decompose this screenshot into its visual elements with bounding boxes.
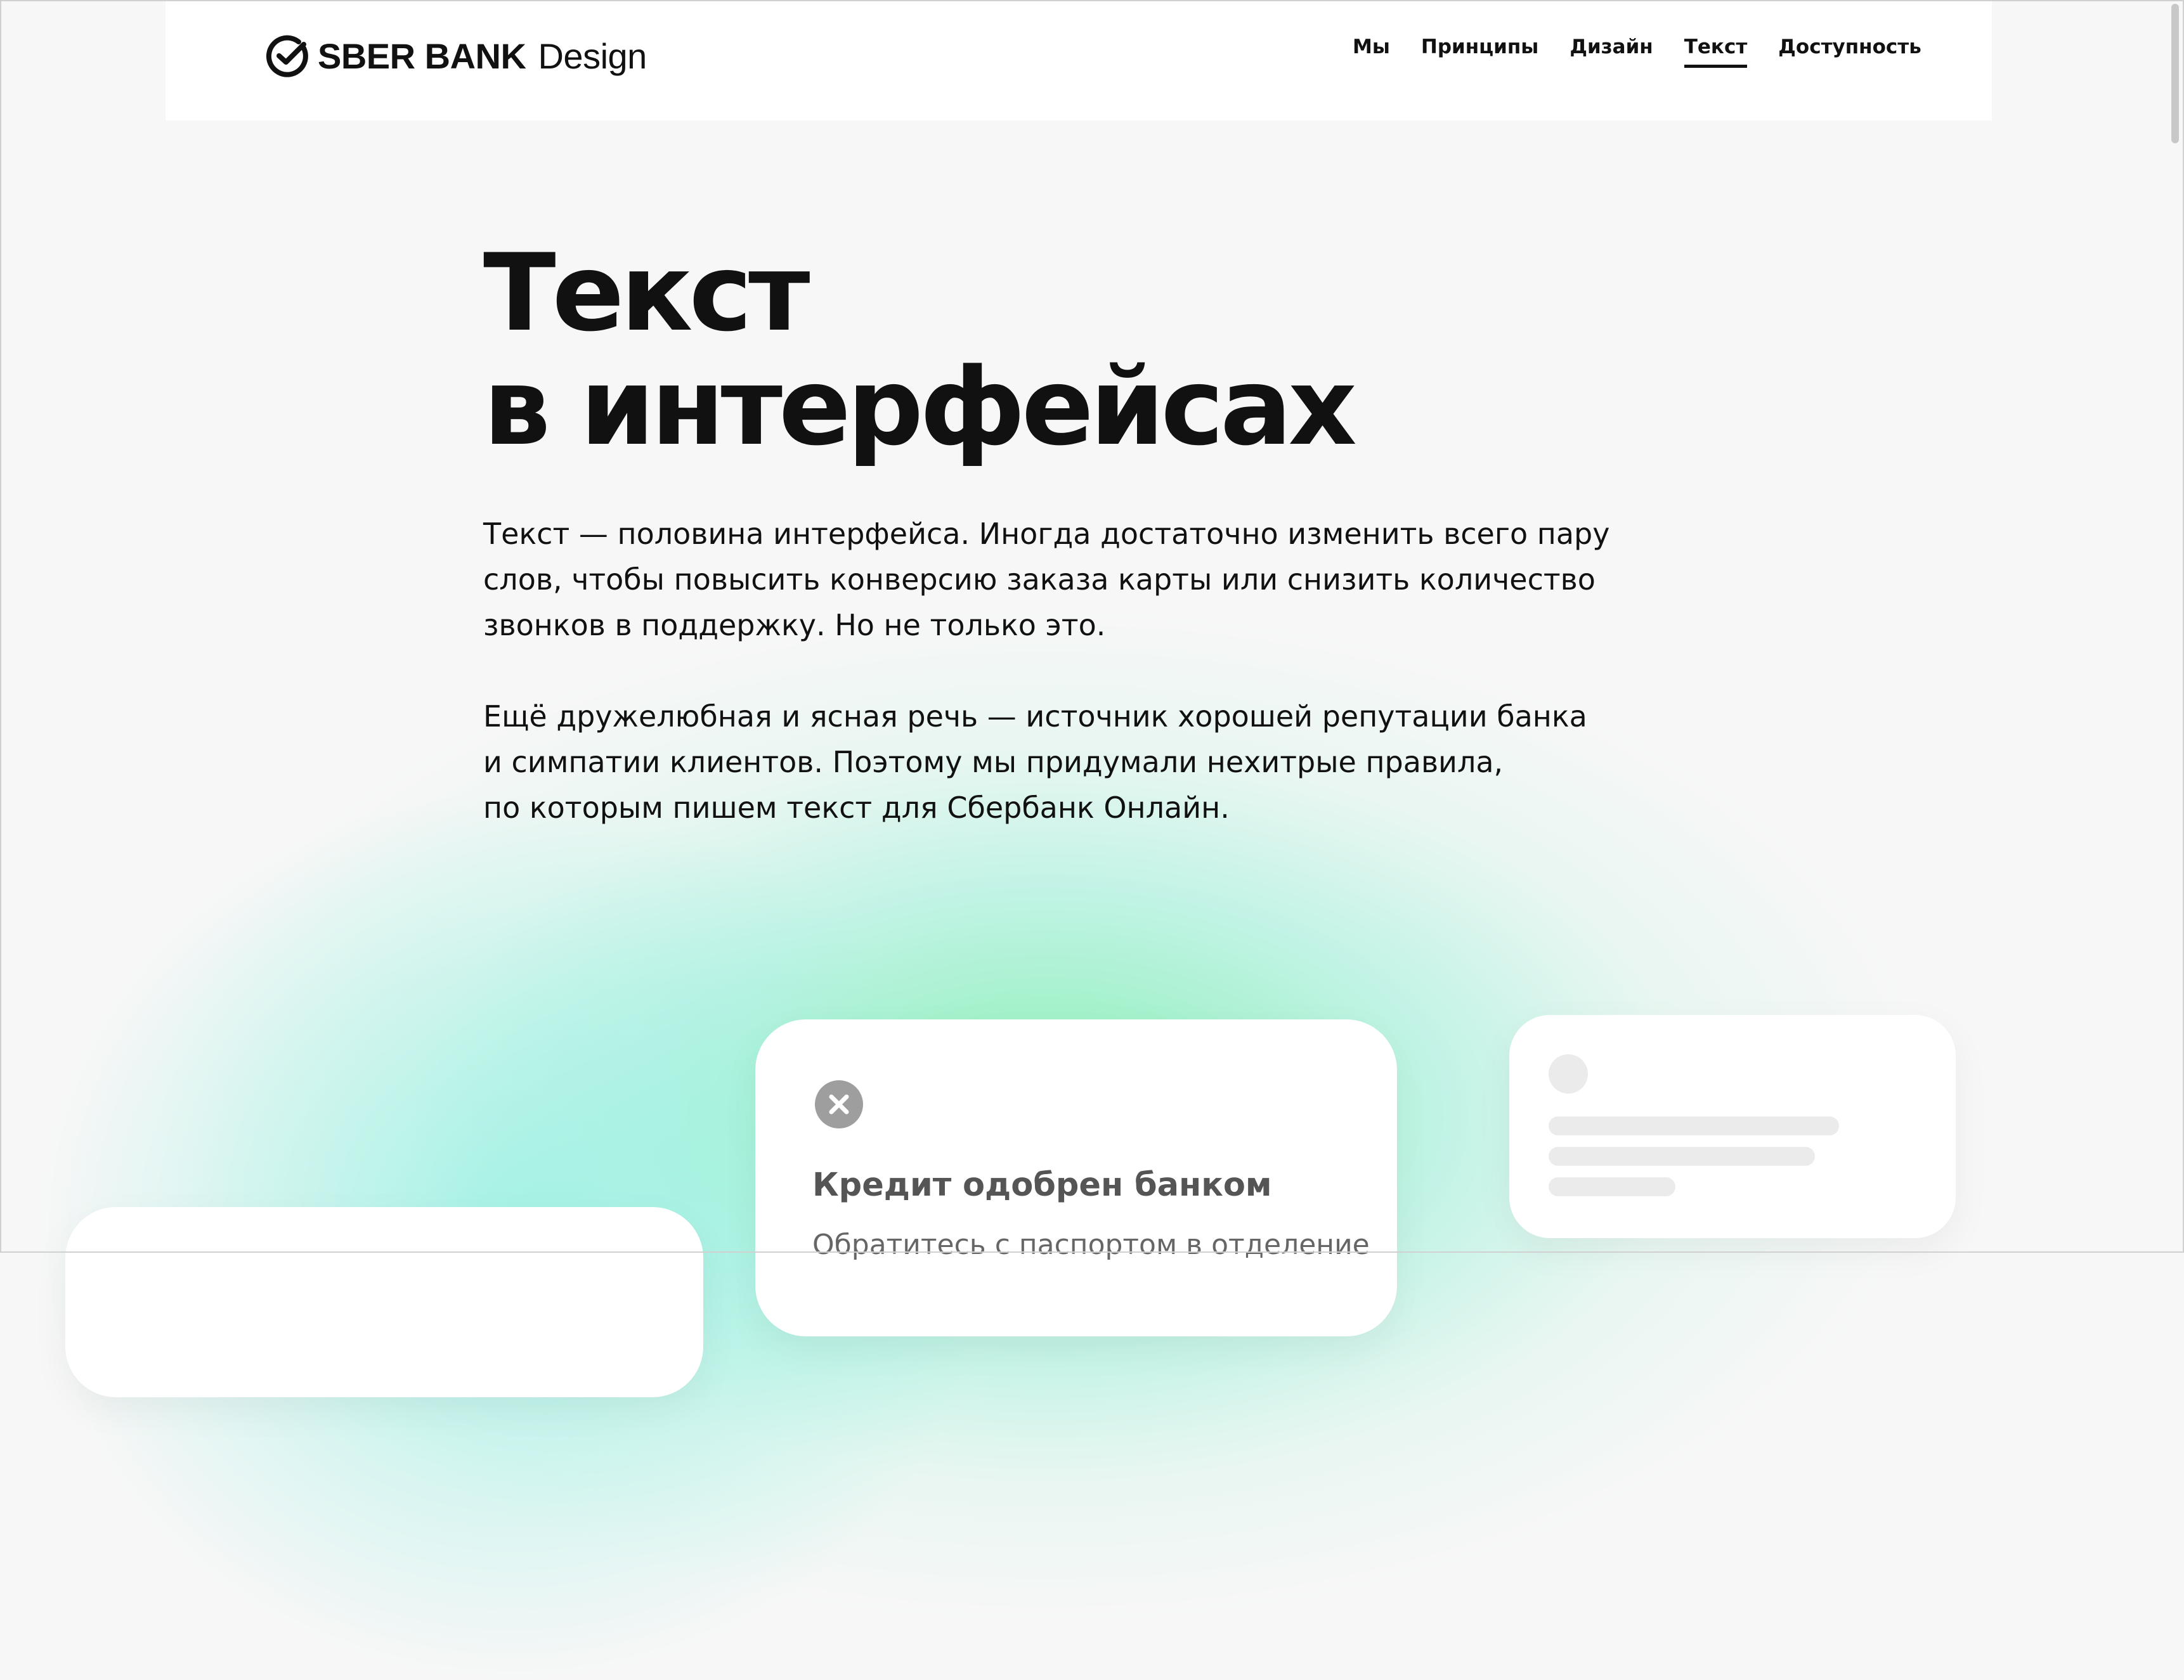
nav-item-design[interactable]: Дизайн <box>1570 36 1653 68</box>
skeleton-card <box>1509 1015 1956 1238</box>
page-title-line: Текст <box>483 231 810 355</box>
second-paragraph: Ещё дружелюбная и ясная речь — источник … <box>483 694 1625 830</box>
logo-suffix: Design <box>538 36 647 76</box>
intro-paragraph: Текст — половина интерфейса. Иногда дост… <box>483 511 1625 648</box>
skeleton-avatar <box>1549 1054 1588 1094</box>
logo-wordmark: SBER BANK Design <box>318 36 647 77</box>
skeleton-line <box>1549 1147 1815 1166</box>
nav-item-accessibility[interactable]: Доступность <box>1778 36 1921 68</box>
skeleton-line <box>1549 1116 1839 1135</box>
intro-paragraph-line: Текст — половина интерфейса. Иногда дост… <box>483 517 1610 551</box>
second-paragraph-line: по которым пишем текст для Сбербанк Онла… <box>483 791 1230 825</box>
intro-paragraph-line: слов, чтобы повысить конверсию заказа ка… <box>483 562 1596 597</box>
logo-brand: SBER BANK <box>318 36 526 76</box>
card-body-text: Обратитесь с паспортом в отделение <box>812 1229 1370 1261</box>
page-title-line: в интерфейсах <box>483 345 1357 469</box>
second-paragraph-line: Ещё дружелюбная и ясная речь — источник … <box>483 699 1587 733</box>
site-header: SBER BANK Design Мы Принципы Дизайн Текс… <box>166 0 1992 120</box>
example-card-left <box>65 1207 703 1397</box>
nav-item-principles[interactable]: Принципы <box>1421 36 1538 68</box>
page-title: Текст в интерфейсах <box>483 231 1357 469</box>
card-title: Кредит одобрен банком <box>812 1166 1272 1204</box>
sber-bank-design-logo[interactable]: SBER BANK Design <box>266 32 647 80</box>
scrollbar-thumb[interactable] <box>2171 4 2179 143</box>
sber-check-icon <box>266 35 308 77</box>
intro-paragraph-line: звонков в поддержку. Но не только это. <box>483 608 1106 642</box>
skeleton-line <box>1549 1177 1675 1196</box>
second-paragraph-line: и симпатии клиентов. Поэтому мы придумал… <box>483 745 1504 779</box>
nav-item-my[interactable]: Мы <box>1353 36 1390 68</box>
vertical-scrollbar[interactable] <box>2166 0 2184 1253</box>
example-card-loan-approved: Кредит одобрен банком Обратитесь с паспо… <box>755 1019 1397 1336</box>
close-icon[interactable] <box>815 1080 863 1128</box>
nav-item-text[interactable]: Текст <box>1684 36 1748 68</box>
main-nav: Мы Принципы Дизайн Текст Доступность <box>1353 36 1921 68</box>
